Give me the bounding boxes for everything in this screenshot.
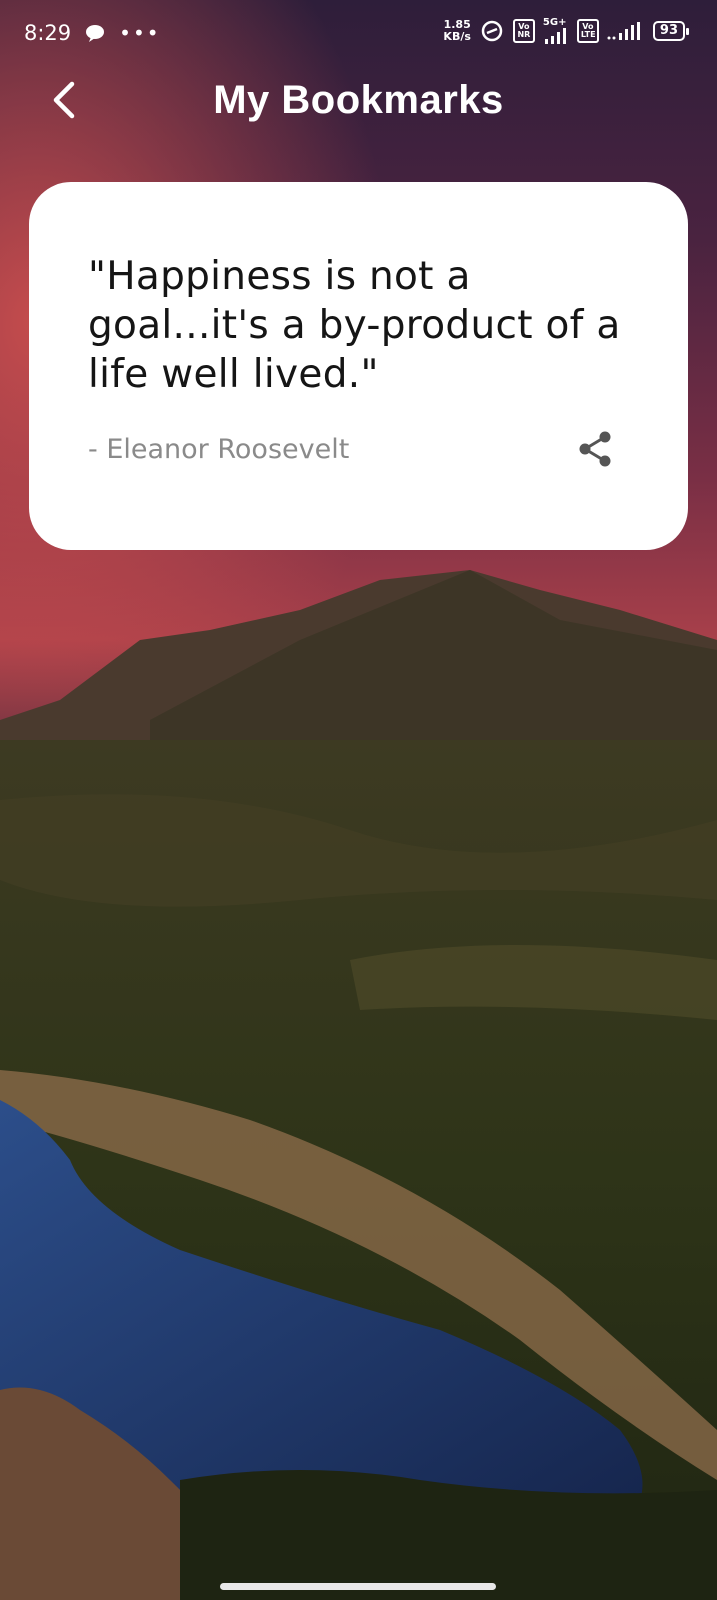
app-header: My Bookmarks bbox=[0, 70, 717, 130]
chat-notification-icon bbox=[86, 25, 105, 42]
battery-level: 93 bbox=[659, 23, 678, 38]
back-button[interactable] bbox=[42, 78, 86, 122]
volte-nr-badge: Vo NR bbox=[512, 19, 535, 43]
share-icon bbox=[579, 431, 611, 467]
bookmark-card[interactable]: "Happiness is not a goal...it's a by-pro… bbox=[29, 182, 688, 550]
chevron-left-icon bbox=[53, 81, 75, 119]
clock: 8:29 bbox=[24, 21, 72, 45]
page-title: My Bookmarks bbox=[213, 77, 504, 122]
status-bar: 8:29 ••• 1.85 KB/s Vo NR 5G+ Vo LTE 93 bbox=[0, 0, 717, 66]
author-row: - Eleanor Roosevelt bbox=[88, 428, 616, 470]
signal-bars-icon bbox=[544, 28, 566, 44]
net-speed-unit: KB/s bbox=[443, 30, 471, 43]
more-notifications-icon: ••• bbox=[119, 21, 161, 45]
quote-text: "Happiness is not a goal...it's a by-pro… bbox=[88, 254, 621, 397]
home-indicator[interactable] bbox=[220, 1583, 496, 1590]
volte-lte-badge: Vo LTE bbox=[576, 19, 599, 43]
network-speed: 1.85 KB/s bbox=[443, 19, 470, 43]
sim1-signal: 5G+ bbox=[543, 18, 569, 44]
quote-author: - Eleanor Roosevelt bbox=[88, 433, 350, 465]
signal-bars-icon bbox=[607, 22, 640, 40]
share-button[interactable] bbox=[574, 428, 616, 470]
hotspot-link-icon bbox=[481, 20, 503, 42]
battery-indicator: 93 bbox=[652, 21, 690, 41]
